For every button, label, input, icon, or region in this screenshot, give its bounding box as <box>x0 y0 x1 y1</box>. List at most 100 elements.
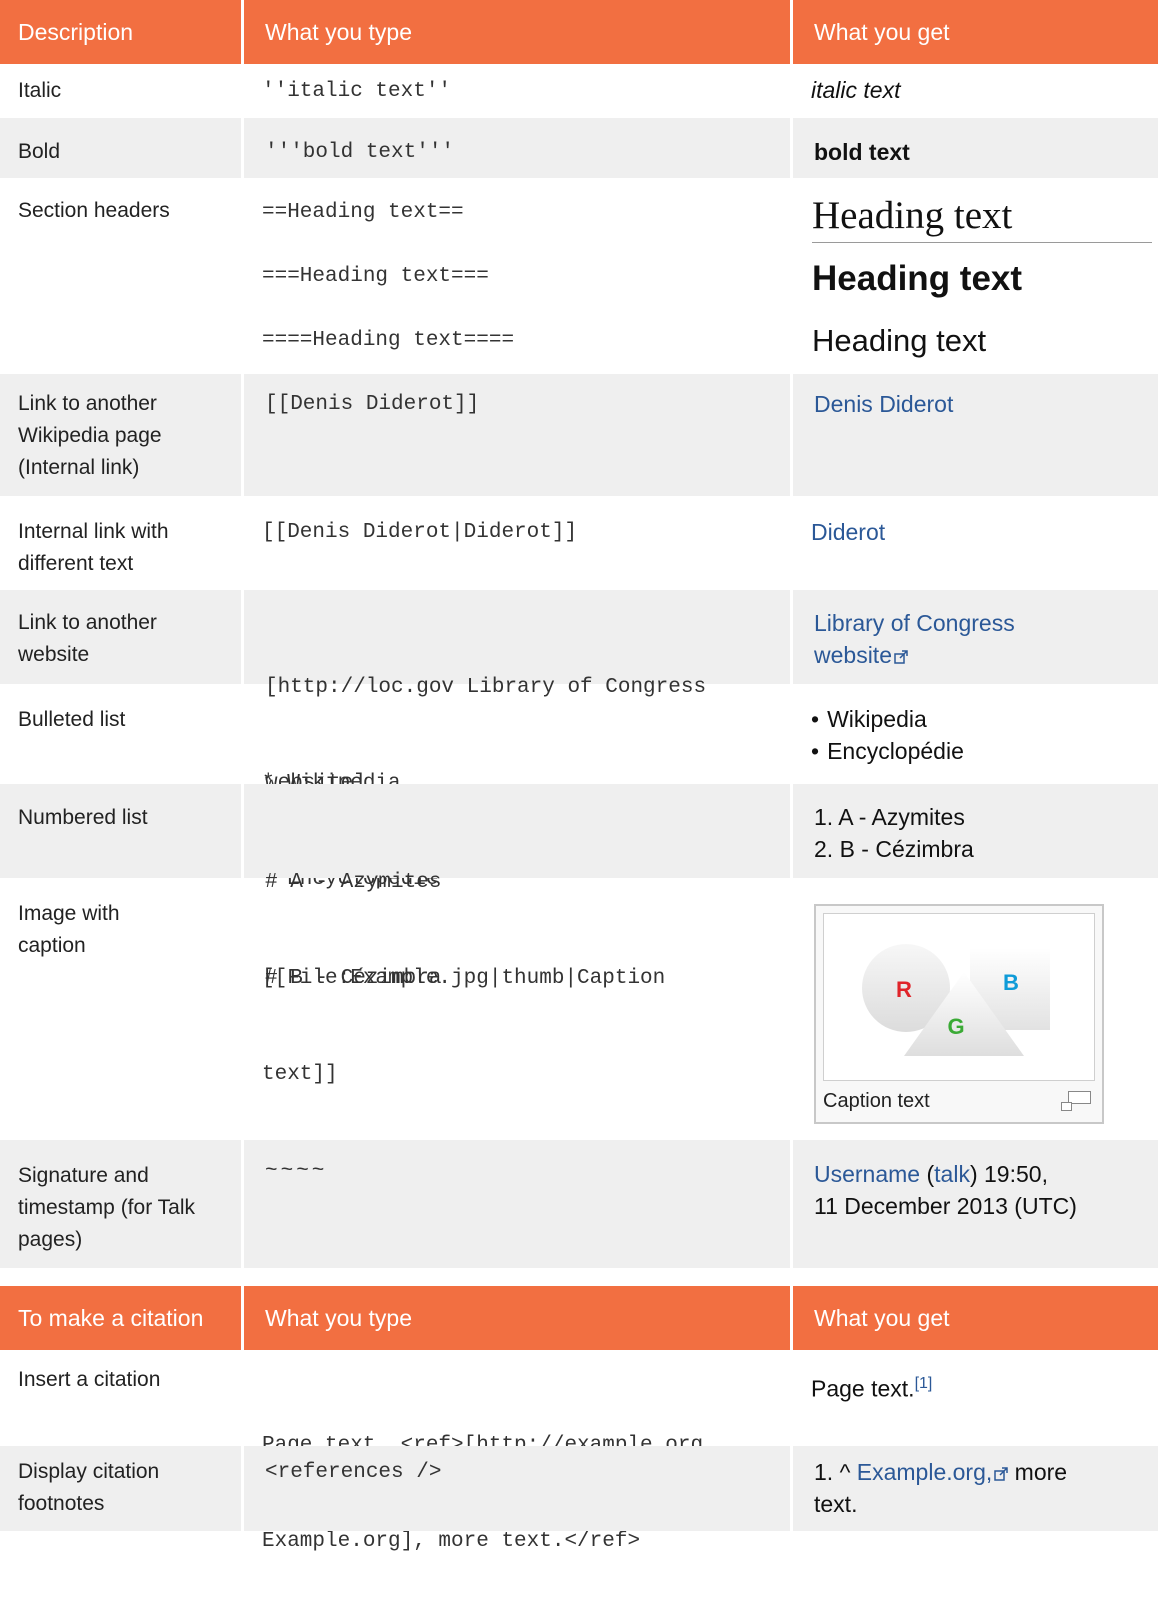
type-signature: ~~~~ <box>241 1140 790 1268</box>
get-display-footnotes: 1. ^ Example.org, more text. <box>790 1446 1158 1531</box>
row-italic: Italic ''italic text'' italic text <box>0 64 1158 118</box>
link-library-of-congress[interactable]: Library of Congress <box>814 607 1158 639</box>
get-external-link: Library of Congress website <box>790 590 1158 684</box>
row-signature: Signature and timestamp (for Talk pages)… <box>0 1140 1158 1268</box>
get-internal-link: Denis Diderot <box>790 374 1158 496</box>
desc-piped-link: Internal link with different text <box>0 496 241 590</box>
desc-line: caption <box>18 934 86 957</box>
header-what-you-get: What you get <box>790 0 1158 64</box>
desc-line: Signature and <box>18 1164 149 1187</box>
link-username[interactable]: Username <box>814 1161 920 1187</box>
citation-text: Page text. <box>811 1375 915 1402</box>
desc-line: pages) <box>18 1228 83 1251</box>
desc-internal-link: Link to another Wikipedia page (Internal… <box>0 374 241 496</box>
external-link-icon <box>894 650 908 664</box>
row-image-caption: Image with caption [[File:Example.jpg|th… <box>0 878 1158 1140</box>
enlarge-icon[interactable] <box>1060 1090 1092 1112</box>
get-piped-link: Diderot <box>790 496 1158 590</box>
external-link-icon <box>994 1467 1009 1481</box>
type-piped-link: [[Denis Diderot|Diderot]] <box>262 521 578 544</box>
type-h3: ===Heading text=== <box>262 265 489 288</box>
desc-line: (Internal link) <box>18 456 140 479</box>
desc-line: timestamp (for Talk <box>18 1196 195 1219</box>
letter-g: G <box>947 1014 964 1039</box>
footnote-prefix: 1. ^ <box>814 1459 857 1485</box>
desc-line: Link to another <box>18 611 157 634</box>
header-description: Description <box>18 19 134 45</box>
desc-line: Wikipedia page <box>18 424 162 447</box>
signature-time: ) 19:50, <box>969 1161 1048 1187</box>
get-image-caption: R B G Caption text <box>790 878 1158 1140</box>
type-bulleted-list: * Wikipedia * Encyclopédie <box>241 684 790 891</box>
get-insert-citation: Page text.[1] <box>790 1350 1158 1446</box>
desc-bulleted-list: Bulleted list <box>18 708 126 731</box>
desc-image-caption: Image with caption <box>0 878 241 1140</box>
thumbnail-image[interactable]: R B G <box>823 913 1095 1081</box>
header-what-you-get-2: What you get <box>790 1286 1158 1350</box>
row-insert-citation: Insert a citation Page text. <ref>[http:… <box>0 1350 1158 1553</box>
footnote-suffix: more <box>1008 1459 1068 1485</box>
desc-line: Display citation <box>18 1460 160 1483</box>
desc-italic: Italic <box>18 79 62 102</box>
link-denis-diderot[interactable]: Denis Diderot <box>814 391 953 417</box>
desc-numbered-list: Numbered list <box>18 806 148 829</box>
get-h3: Heading text <box>812 259 1023 298</box>
row-piped-link: Internal link with different text [[Deni… <box>0 496 1158 590</box>
list-item: 2. B - Cézimbra <box>814 836 974 862</box>
link-example-org[interactable]: Example.org, <box>857 1459 993 1485</box>
code-line: [[File:Example.jpg|thumb|Caption <box>262 967 666 990</box>
link-website[interactable]: website <box>814 642 892 668</box>
header-what-you-type: What you type <box>241 0 790 64</box>
desc-signature: Signature and timestamp (for Talk pages) <box>0 1140 241 1268</box>
desc-line: website <box>18 643 90 666</box>
citation-ref-link[interactable]: [1] <box>915 1375 933 1392</box>
desc-line: footnotes <box>18 1492 105 1515</box>
letter-r: R <box>896 977 912 1002</box>
desc-display-footnotes: Display citation footnotes <box>0 1446 241 1531</box>
type-italic: ''italic text'' <box>262 80 452 103</box>
table1-header: Description What you type What you get <box>0 0 1158 64</box>
desc-line: Link to another <box>18 392 157 415</box>
get-section-headers: Heading text Heading text Heading text <box>790 178 1158 374</box>
row-external-link: Link to another website [http://loc.gov … <box>0 590 1158 795</box>
signature-date: 11 December 2013 (UTC) <box>814 1193 1077 1219</box>
list-item: • Wikipedia <box>811 706 927 732</box>
desc-line: Image with <box>18 902 120 925</box>
type-insert-citation: Page text. <ref>[http://example.org Exam… <box>241 1350 790 1553</box>
row-section-headers: Section headers ==Heading text== ===Head… <box>0 178 1158 374</box>
type-image-caption: [[File:Example.jpg|thumb|Caption text]] <box>241 878 790 1140</box>
row-internal-link: Link to another Wikipedia page (Internal… <box>0 374 1158 496</box>
code-line: text]] <box>262 1063 338 1086</box>
thumbnail-frame: R B G Caption text <box>814 904 1104 1124</box>
type-h4: ====Heading text==== <box>262 329 515 352</box>
desc-line: different text <box>18 552 134 575</box>
link-talk[interactable]: talk <box>934 1161 970 1187</box>
type-bold: '''bold text''' <box>241 118 790 178</box>
list-item: 1. A - Azymites <box>814 804 965 830</box>
desc-section-headers: Section headers <box>18 199 170 222</box>
row-bulleted-list: Bulleted list * Wikipedia * Encyclopédie… <box>0 684 1158 891</box>
row-display-footnotes: Display citation footnotes <references /… <box>0 1446 1158 1531</box>
desc-line: Internal link with <box>18 520 169 543</box>
rgb-shapes-image: R B G <box>862 944 1050 1056</box>
type-display-footnotes: <references /> <box>241 1446 790 1531</box>
table2-header: To make a citation What you type What yo… <box>0 1286 1158 1350</box>
desc-insert-citation: Insert a citation <box>18 1368 161 1391</box>
get-h2: Heading text <box>812 190 1152 243</box>
link-diderot[interactable]: Diderot <box>811 519 885 545</box>
type-internal-link: [[Denis Diderot]] <box>241 374 790 496</box>
letter-b: B <box>1003 970 1019 995</box>
get-bulleted-list: • Wikipedia • Encyclopédie <box>790 684 1158 784</box>
footnote-line2: text. <box>814 1491 858 1517</box>
list-item-text: Wikipedia <box>827 706 927 732</box>
row-bold: Bold '''bold text''' bold text <box>0 118 1158 178</box>
get-numbered-list: 1. A - Azymites 2. B - Cézimbra <box>790 784 1158 878</box>
header-make-citation: To make a citation <box>18 1305 204 1331</box>
type-external-link: [http://loc.gov Library of Congress webs… <box>241 590 790 795</box>
get-h4: Heading text <box>812 323 987 358</box>
get-signature: Username (talk) 19:50, 11 December 2013 … <box>790 1140 1158 1268</box>
type-section-headers: ==Heading text== ===Heading text=== ====… <box>241 178 790 374</box>
thumbnail-caption: Caption text <box>823 1090 930 1112</box>
desc-bold: Bold <box>18 140 61 163</box>
get-italic: italic text <box>811 77 901 103</box>
